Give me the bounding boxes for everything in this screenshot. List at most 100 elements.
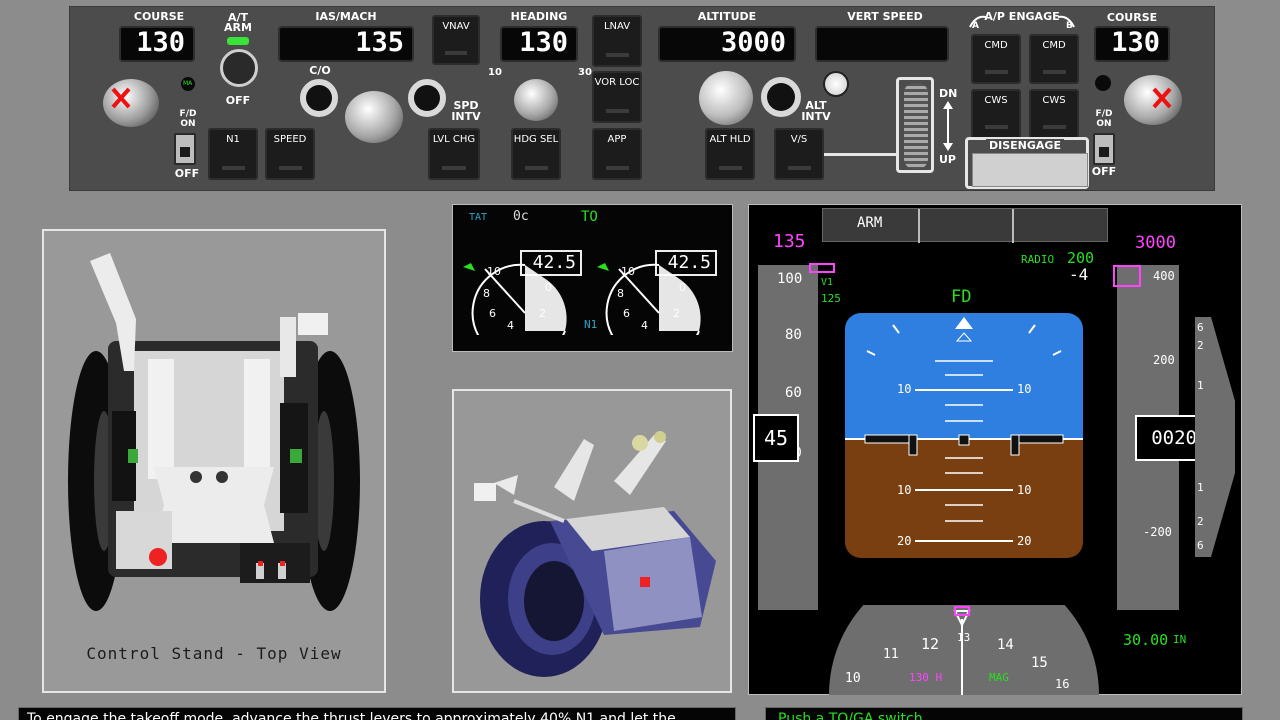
at-arm-switch[interactable] bbox=[220, 49, 258, 87]
altitude-selected: 3000 bbox=[1135, 233, 1176, 253]
course-left-knob[interactable] bbox=[103, 79, 159, 127]
svg-text:8: 8 bbox=[617, 287, 624, 300]
alt-tick-400: 400 bbox=[1153, 269, 1175, 283]
ma-left-label: MA bbox=[183, 80, 193, 87]
speed-tick-80: 80 bbox=[785, 327, 802, 343]
svg-text:6: 6 bbox=[623, 307, 630, 320]
alt-hld-button-label: ALT HLD bbox=[709, 134, 751, 145]
bank-30-label: 30 bbox=[578, 67, 592, 78]
svg-text:10: 10 bbox=[621, 265, 635, 278]
n1-label: N1 bbox=[584, 318, 598, 331]
vsi-1-down: 1 bbox=[1197, 481, 1204, 494]
ias-mach-label: IAS/MACH bbox=[315, 10, 377, 23]
vsi-2-down: 2 bbox=[1197, 515, 1204, 528]
vor-loc-button[interactable]: VOR LOC bbox=[592, 71, 642, 123]
speed-button[interactable]: SPEED bbox=[265, 128, 315, 180]
baro-unit: IN bbox=[1173, 633, 1187, 646]
pitch-down-20-left: 20 bbox=[897, 534, 912, 548]
ma-left-light: MA bbox=[181, 77, 195, 91]
cws-b-label: CWS bbox=[1042, 95, 1066, 106]
svg-text:10: 10 bbox=[487, 265, 501, 278]
at-arm-light bbox=[227, 37, 249, 45]
altitude-knob[interactable] bbox=[699, 71, 753, 125]
app-button[interactable]: APP bbox=[592, 128, 642, 180]
cmd-b-button[interactable]: CMD bbox=[1029, 34, 1079, 84]
spd-intv-button[interactable] bbox=[408, 79, 446, 117]
hdg-sel-button-label: HDG SEL bbox=[513, 134, 559, 145]
speed-current: 45 bbox=[753, 414, 799, 462]
lvl-chg-button[interactable]: LVL CHG bbox=[428, 128, 480, 180]
cws-a-label: CWS bbox=[984, 95, 1008, 106]
lnav-button[interactable]: LNAV bbox=[592, 15, 642, 67]
instruction-text: To engage the takeoff mode, advance the … bbox=[18, 707, 736, 720]
attitude-indicator: 10 10 10 10 20 20 bbox=[845, 313, 1083, 558]
alt-intv-label-2: INTV bbox=[801, 110, 831, 123]
stand-top-caption: Control Stand - Top View bbox=[86, 644, 342, 663]
n1-button[interactable]: N1 bbox=[208, 128, 258, 180]
app-button-label: APP bbox=[607, 134, 627, 145]
pitch-down-20-right: 20 bbox=[1017, 534, 1032, 548]
thrust-mode: TO bbox=[581, 209, 598, 225]
vs-button[interactable]: V/S bbox=[774, 128, 824, 180]
course-right-display: 130 bbox=[1094, 26, 1170, 62]
fd-right-on2: ON bbox=[1096, 119, 1112, 129]
primary-flight-display: ARM 135 3000 RADIO 200 -4 100 80 60 40 V… bbox=[748, 204, 1242, 695]
baro-setting: 30.00 bbox=[1123, 631, 1169, 649]
vs-updown-arrow-icon bbox=[943, 101, 953, 151]
co-button[interactable] bbox=[300, 79, 338, 117]
vnav-button[interactable]: VNAV bbox=[432, 15, 480, 65]
course-left-display: 130 bbox=[119, 26, 195, 62]
alt-intv-button[interactable] bbox=[761, 77, 801, 117]
hdg-sel-button[interactable]: HDG SEL bbox=[511, 128, 561, 180]
inop-x-icon bbox=[1152, 87, 1172, 109]
vs-button-label: V/S bbox=[790, 134, 808, 145]
fd-left-on2: ON bbox=[180, 119, 196, 129]
vs-readout: -4 bbox=[1069, 265, 1089, 284]
speed-tick-100: 100 bbox=[777, 271, 803, 287]
heading-knob[interactable] bbox=[514, 79, 558, 121]
compass-15: 15 bbox=[1031, 655, 1048, 671]
alt-hld-button[interactable]: ALT HLD bbox=[705, 128, 755, 180]
vor-loc-button-label: VOR LOC bbox=[594, 77, 640, 88]
control-stand-iso-view-panel bbox=[452, 389, 732, 693]
course-right-label: COURSE bbox=[1106, 11, 1158, 24]
heading-selected-readout: 130 H bbox=[909, 671, 943, 684]
at-off-label: OFF bbox=[225, 94, 251, 107]
course-right-knob[interactable] bbox=[1124, 75, 1182, 125]
heading-label: HEADING bbox=[510, 10, 568, 23]
fd-right-off: OFF bbox=[1091, 165, 1117, 178]
vert-speed-label: VERT SPEED bbox=[847, 10, 923, 23]
fd-left-off: OFF bbox=[174, 167, 200, 180]
spd-intv-label-2: INTV bbox=[451, 110, 481, 123]
vs-light bbox=[823, 71, 849, 97]
alt-tick-minus200: -200 bbox=[1143, 525, 1172, 539]
pitch-down-10-left: 10 bbox=[897, 483, 912, 497]
vs-wheel[interactable] bbox=[904, 83, 928, 169]
fd-right-switch[interactable] bbox=[1093, 133, 1115, 165]
cmd-a-button[interactable]: CMD bbox=[971, 34, 1021, 84]
svg-text:0: 0 bbox=[545, 281, 552, 294]
compass-16: 16 bbox=[1055, 677, 1070, 691]
tat-label: TAT bbox=[469, 212, 488, 223]
cws-b-button[interactable]: CWS bbox=[1029, 89, 1079, 139]
mag-label: MAG bbox=[989, 671, 1009, 684]
lvl-chg-button-label: LVL CHG bbox=[432, 134, 476, 145]
compass-13: 13 bbox=[957, 631, 971, 644]
fd-left-switch[interactable] bbox=[174, 133, 196, 165]
pitch-up-10-right: 10 bbox=[1017, 382, 1032, 396]
ap-b-label: B bbox=[1066, 21, 1073, 31]
cws-a-button[interactable]: CWS bbox=[971, 89, 1021, 139]
pitch-down-10-right: 10 bbox=[1017, 483, 1032, 497]
control-stand-top-view-image[interactable] bbox=[44, 231, 384, 631]
fd-label: FD bbox=[951, 287, 972, 307]
speed-knob[interactable] bbox=[345, 91, 403, 143]
control-stand-iso-image[interactable] bbox=[454, 391, 730, 691]
speed-tick-60: 60 bbox=[785, 385, 802, 401]
pitch-up-10-left: 10 bbox=[897, 382, 912, 396]
disengage-bar[interactable] bbox=[972, 153, 1088, 187]
course-left-label: COURSE bbox=[133, 10, 185, 23]
fd-right-on1: F/D bbox=[1095, 109, 1113, 119]
altitude-label: ALTITUDE bbox=[697, 10, 757, 23]
v1-label: V1 bbox=[821, 277, 834, 288]
alt-tick-200: 200 bbox=[1153, 353, 1175, 367]
